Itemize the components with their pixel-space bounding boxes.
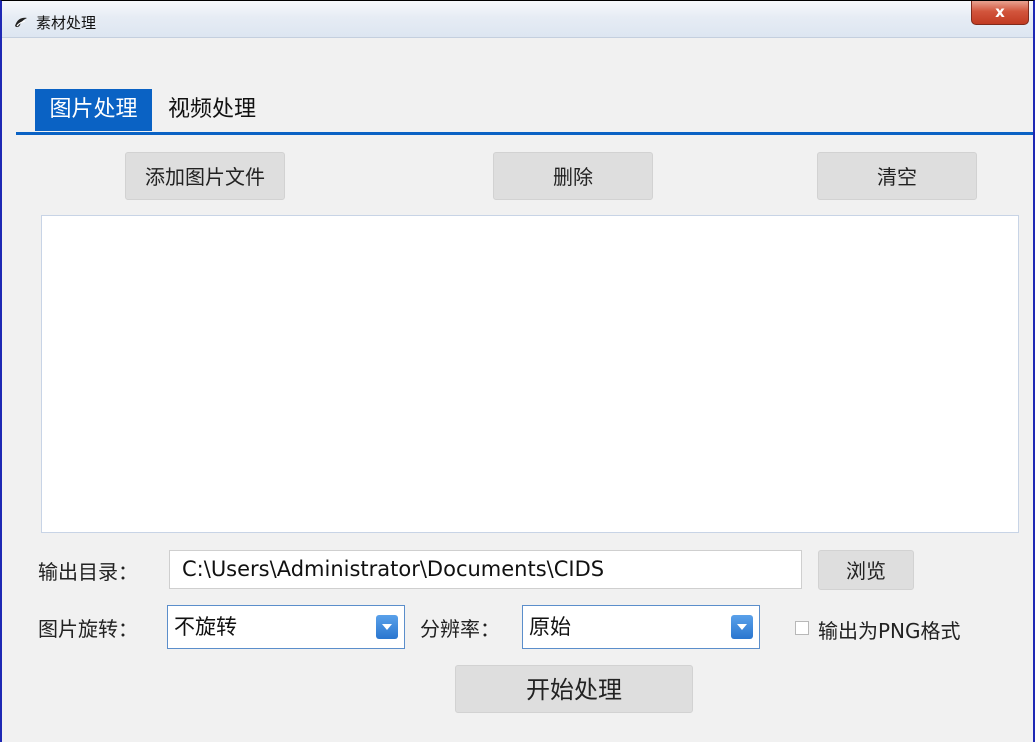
main-window: 素材处理 x 图片处理 视频处理 添加图片文件 删除 清空 输出目录： C:\U… (0, 0, 1035, 742)
resolution-select[interactable]: 原始 (522, 605, 760, 649)
resolution-label: 分辨率： (420, 617, 500, 641)
chevron-down-icon[interactable] (376, 615, 398, 639)
image-file-list[interactable] (41, 215, 1019, 533)
clear-button[interactable]: 清空 (817, 152, 977, 200)
tab-image-processing[interactable]: 图片处理 (35, 89, 152, 131)
tab-video-processing[interactable]: 视频处理 (160, 89, 264, 131)
rotation-label: 图片旋转： (38, 617, 138, 641)
start-processing-button[interactable]: 开始处理 (455, 665, 693, 713)
rotation-selected-value: 不旋转 (174, 615, 237, 639)
output-dir-input[interactable]: C:\Users\Administrator\Documents\CIDS (169, 550, 802, 589)
delete-button[interactable]: 删除 (493, 152, 653, 200)
png-format-label[interactable]: 输出为PNG格式 (818, 615, 961, 644)
rotation-select[interactable]: 不旋转 (167, 605, 405, 649)
chevron-down-icon[interactable] (731, 615, 753, 639)
app-icon (14, 14, 28, 28)
window-title: 素材处理 (36, 14, 97, 32)
output-dir-label: 输出目录： (38, 560, 138, 584)
resolution-selected-value: 原始 (529, 615, 571, 639)
add-image-files-button[interactable]: 添加图片文件 (125, 152, 285, 200)
png-format-checkbox[interactable] (795, 621, 809, 635)
browse-button[interactable]: 浏览 (818, 550, 914, 590)
title-bar[interactable]: 素材处理 x (2, 1, 1033, 38)
tab-underline (16, 132, 1033, 135)
close-button[interactable]: x (971, 1, 1029, 25)
